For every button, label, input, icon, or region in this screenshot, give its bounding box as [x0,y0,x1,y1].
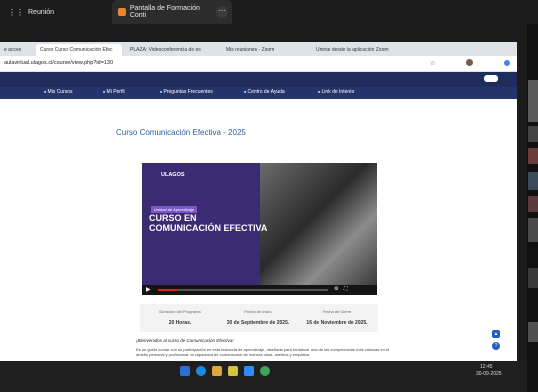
nav-preguntas[interactable]: Preguntas Frecuentes [160,89,213,95]
participant-thumb[interactable] [528,80,538,122]
explorer-icon[interactable] [212,366,222,376]
video-tag: Unidad de Aprendizaje [151,206,198,213]
description-text: Es un gusto contar con su participación … [136,347,390,357]
browser-tab-label: Mis reuniones - Zoom [226,47,275,53]
browser-tab[interactable]: e acces [0,44,34,56]
browser-tab[interactable]: Mis reuniones - Zoom [222,44,308,56]
play-icon[interactable]: ▶ [146,286,151,293]
participant-thumb[interactable] [528,126,538,142]
participant-thumb[interactable] [528,172,538,190]
info-value-start: 30 de Septiembre de 2025. [226,320,290,326]
zoom-tab-meeting-label: Reunión [28,8,55,16]
zoom-tab-share-label: Pantalla de Formación Conti [129,5,200,19]
welcome-text: ¡Bienvenidos al curso de Comunicación Ef… [136,338,234,343]
browser-tab-label: Curso Curso Comunicación Efec [40,47,113,53]
info-header-start: Fecha de Inicio [244,309,272,314]
page-title: Curso Comunicación Efectiva - 2025 [116,128,246,137]
zoom-tab-share[interactable]: Pantalla de Formación Conti ⋯ [112,0,232,24]
participant-thumb[interactable] [528,196,538,212]
browser-tab-active[interactable]: Curso Curso Comunicación Efec [36,44,122,56]
user-menu[interactable] [484,75,498,82]
zoom-tab-meeting[interactable]: ⋮⋮ Reunión [0,0,108,24]
url-text[interactable]: aulavirtual.ulagos.cl/course/view.php?id… [4,60,113,66]
zoom-top-bar: ⋮⋮ Reunión Pantalla de Formación Conti ⋯ [0,0,538,24]
nav-link-interes[interactable]: Link de Interés [318,89,355,95]
avatar[interactable] [466,59,473,66]
info-header-duration: Duración del Programa [159,309,201,314]
participant-thumb[interactable] [528,218,538,242]
edge-icon[interactable] [196,366,206,376]
browser-tab-label: e acces [4,47,22,53]
share-icon [118,8,126,16]
browser-tab[interactable]: PLAZA: Videoconferencia de es [126,44,208,56]
nav-mis-cursos[interactable]: Mis Cursos [44,89,73,95]
video-title-line2: COMUNICACIÓN EFECTIVA [149,223,268,233]
chrome-taskbar-icon[interactable] [260,366,270,376]
settings-icon[interactable]: ⚙ [334,286,338,292]
start-icon[interactable] [180,366,190,376]
ulagos-logo: ULAGOS [161,172,185,178]
video-progress-fill [158,289,179,291]
info-value-end: 16 de Noviembre de 2025. [306,320,368,326]
star-icon[interactable]: ☆ [430,60,435,67]
info-header-end: Fecha de Cierre [322,309,352,314]
browser-tab[interactable]: Unirse desde la aplicación Zoom [312,44,402,56]
scroll-top-button[interactable]: ▲ [492,330,500,338]
help-button[interactable]: ? [492,342,500,350]
browser-tab-label: PLAZA: Videoconferencia de es [130,47,201,53]
info-value-duration: 20 Horas. [168,320,192,326]
participant-thumb[interactable] [528,322,538,342]
clock-time[interactable]: 12:45 [480,364,493,370]
folder-icon[interactable] [228,366,238,376]
fullscreen-icon[interactable]: ⛶ [344,286,348,292]
browser-tab-label: Unirse desde la aplicación Zoom [316,47,389,53]
nav-centro-ayuda[interactable]: Centro de Ayuda [244,89,285,95]
nav-mi-perfil[interactable]: Mi Perfil [103,89,125,95]
chrome-icon[interactable] [504,60,510,66]
clock-date[interactable]: 30-09-2025 [476,371,502,377]
dots-icon: ⋮⋮ [8,7,24,17]
zoom-icon[interactable] [244,366,254,376]
video-title-line1: CURSO EN [149,213,197,223]
video-progress-track[interactable] [158,289,328,291]
participant-thumb[interactable] [528,148,538,164]
video-photo [260,163,377,285]
more-icon[interactable]: ⋯ [216,6,228,18]
participant-thumb[interactable] [528,268,538,288]
